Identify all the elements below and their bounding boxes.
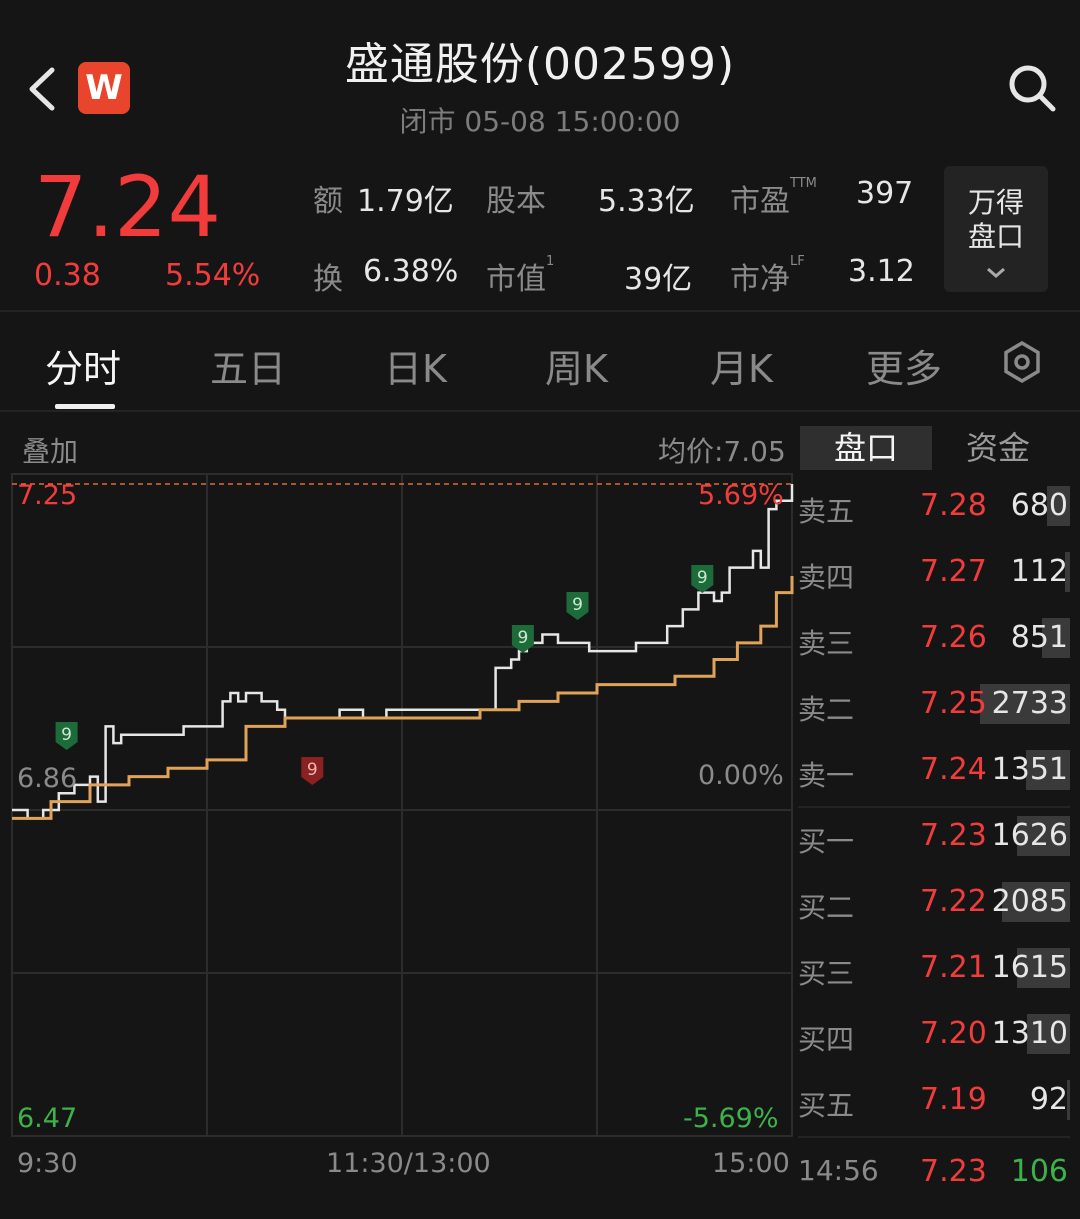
level-price: 7.26: [920, 620, 987, 655]
bid-row[interactable]: 买五 7.19 92: [798, 1078, 1070, 1128]
y-bottom-label: 6.47: [17, 1103, 78, 1134]
tab-capital[interactable]: 资金: [932, 426, 1064, 470]
divider: [798, 1136, 1070, 1138]
level-volume: 1626: [991, 818, 1068, 853]
level-volume: 851: [1010, 620, 1068, 655]
bid-row[interactable]: 买三 7.21 1615: [798, 946, 1070, 996]
level-name: 买二: [798, 891, 855, 924]
level-name: 卖五: [798, 495, 855, 528]
tab-more[interactable]: 更多: [866, 338, 942, 393]
active-tab-indicator: [55, 404, 115, 409]
market-status: 闭市 05-08 15:00:00: [399, 105, 681, 138]
level-price: 7.27: [920, 554, 987, 589]
divider: [0, 410, 1080, 412]
level-volume: 92: [1029, 1082, 1068, 1117]
amount-label: 额: [313, 184, 343, 219]
x-label-midday: 11:30/13:00: [326, 1148, 491, 1179]
tab-intraday[interactable]: 分时: [45, 338, 121, 393]
y-top-label: 7.25: [17, 480, 78, 511]
chevron-down-icon: [987, 267, 1005, 278]
level-name: 买一: [798, 825, 855, 858]
price-change-pct: 5.54%: [165, 258, 261, 293]
ask-row[interactable]: 卖四 7.27 112: [798, 550, 1070, 600]
bid-row[interactable]: 买二 7.22 2085: [798, 880, 1070, 930]
pct-mid-label: 0.00%: [698, 760, 784, 791]
pankou-btn-line1: 万得: [967, 186, 1024, 219]
level-volume: 1310: [991, 1016, 1068, 1051]
tab-five-day[interactable]: 五日: [210, 338, 286, 393]
mktcap-value: 39亿: [624, 262, 693, 297]
turnover-value: 6.38%: [363, 254, 459, 289]
turnover-label: 换: [313, 262, 343, 297]
level-volume: 2733: [991, 686, 1068, 721]
current-price: 7.24: [34, 158, 222, 256]
level-name: 买四: [798, 1023, 855, 1056]
pb-label: 市净LF: [730, 254, 805, 297]
signal-label: 9: [307, 760, 318, 780]
ask-row[interactable]: 卖一 7.24 1351: [798, 748, 1070, 798]
level-price: 7.21: [920, 950, 987, 985]
ask-row[interactable]: 卖五 7.28 680: [798, 484, 1070, 534]
intraday-chart[interactable]: 9 9 9 9 9: [0, 470, 796, 1150]
x-label-close: 15:00: [712, 1148, 790, 1179]
bid-row[interactable]: 买一 7.23 1626: [798, 814, 1070, 864]
level-price: 7.24: [920, 752, 987, 787]
ask-row[interactable]: 卖三 7.26 851: [798, 616, 1070, 666]
trade-price: 7.23: [920, 1154, 987, 1189]
level-price: 7.28: [920, 488, 987, 523]
level-name: 买三: [798, 957, 855, 990]
level-price: 7.20: [920, 1016, 987, 1051]
signal-label: 9: [697, 568, 708, 588]
pb-value: 3.12: [848, 254, 915, 289]
shares-label: 股本: [486, 184, 546, 219]
price-change: 0.38: [34, 258, 101, 293]
search-icon[interactable]: [1006, 62, 1058, 114]
level-price: 7.25: [920, 686, 987, 721]
level-name: 买五: [798, 1089, 855, 1122]
level-volume: 680: [1010, 488, 1068, 523]
signal-label: 9: [61, 725, 72, 745]
trade-volume: 106: [1010, 1154, 1068, 1189]
level-volume: 1351: [991, 752, 1068, 787]
level-price: 7.19: [920, 1082, 987, 1117]
signal-label: 9: [572, 595, 583, 615]
stock-title: 盛通股份(002599): [344, 39, 736, 90]
mktcap-label: 市值1: [486, 254, 555, 297]
wind-pankou-button[interactable]: 万得 盘口: [944, 166, 1048, 292]
last-trade-row: 14:56 7.23 106: [798, 1154, 1070, 1194]
settings-icon[interactable]: [1000, 340, 1044, 384]
bid-row[interactable]: 买四 7.20 1310: [798, 1012, 1070, 1062]
tab-pankou[interactable]: 盘口: [800, 426, 932, 470]
avg-price-label: 均价:7.05: [658, 435, 786, 468]
level-name: 卖一: [798, 759, 855, 792]
level-volume: 112: [1010, 554, 1068, 589]
level-volume: 2085: [991, 884, 1068, 919]
x-label-open: 9:30: [17, 1148, 78, 1179]
level-name: 卖二: [798, 693, 855, 726]
pct-bottom-label: -5.69%: [683, 1103, 779, 1134]
trade-time: 14:56: [798, 1154, 879, 1187]
divider: [798, 806, 1070, 808]
level-price: 7.22: [920, 884, 987, 919]
level-volume: 1615: [991, 950, 1068, 985]
pe-value: 397: [856, 176, 914, 211]
tab-monthly-k[interactable]: 月K: [710, 338, 773, 393]
divider: [0, 310, 1080, 312]
y-mid-label: 6.86: [17, 763, 78, 794]
pct-top-label: 5.69%: [698, 480, 784, 511]
overlay-button[interactable]: 叠加: [22, 430, 78, 470]
level-name: 卖三: [798, 627, 855, 660]
tab-daily-k[interactable]: 日K: [384, 338, 447, 393]
ask-row[interactable]: 卖二 7.25 2733: [798, 682, 1070, 732]
shares-value: 5.33亿: [598, 184, 695, 219]
pe-label: 市盈TTM: [730, 176, 817, 219]
tab-weekly-k[interactable]: 周K: [545, 338, 608, 393]
level-name: 卖四: [798, 561, 855, 594]
level-price: 7.23: [920, 818, 987, 853]
amount-value: 1.79亿: [357, 184, 454, 219]
signal-label: 9: [517, 628, 528, 648]
pankou-btn-line2: 盘口: [967, 220, 1024, 253]
